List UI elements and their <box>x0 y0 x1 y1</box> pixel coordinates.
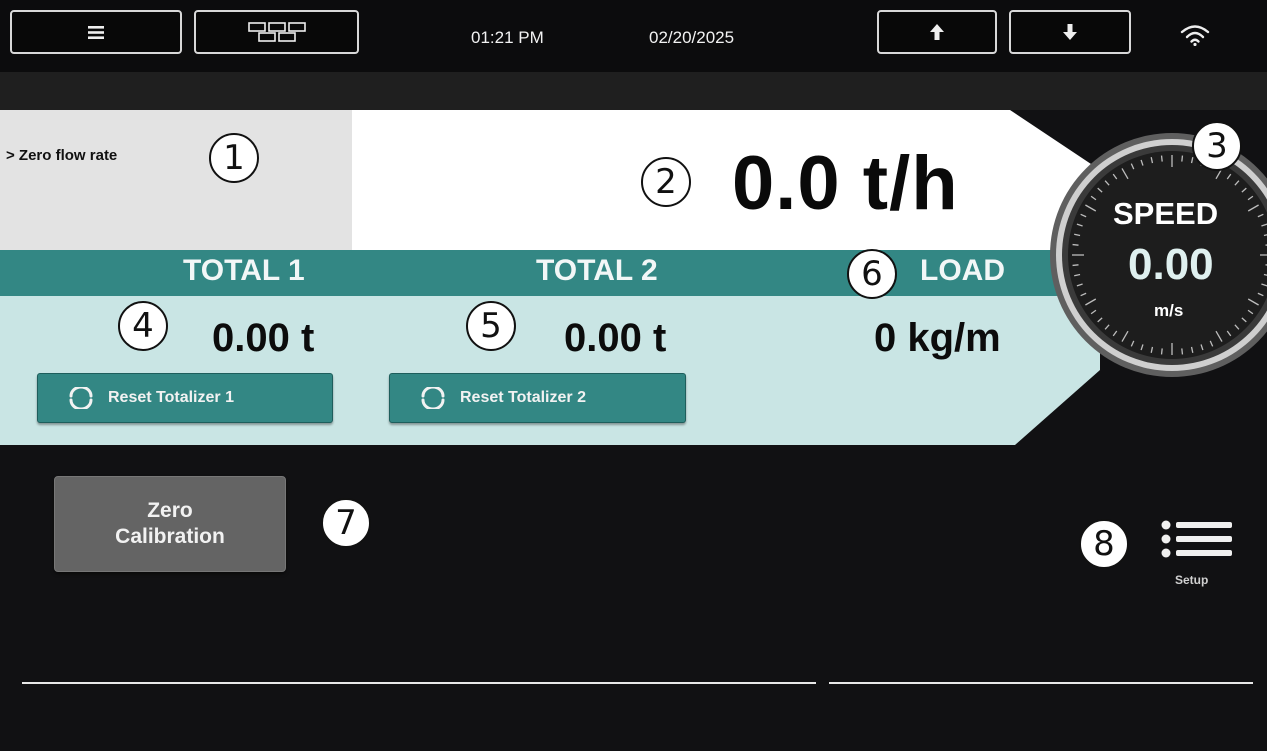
reset-totalizer-1-label: Reset Totalizer 1 <box>108 389 234 406</box>
total-2-header: TOTAL 2 <box>536 254 658 287</box>
total-1-header: TOTAL 1 <box>183 254 305 287</box>
gauge-tick <box>1072 264 1079 267</box>
refresh-icon <box>68 387 94 409</box>
callout-1: 1 <box>209 133 259 183</box>
gauge-tick <box>1160 155 1163 162</box>
footer-divider-left <box>22 682 816 684</box>
zero-calibration-label-line2: Calibration <box>115 525 225 548</box>
total-1-value: 0.00 t <box>212 316 315 360</box>
hamburger-menu-icon <box>88 25 104 39</box>
callout-7: 7 <box>321 498 371 548</box>
callout-2: 2 <box>641 157 691 207</box>
refresh-icon <box>420 387 446 409</box>
zero-calibration-button[interactable]: Zero Calibration <box>54 476 286 572</box>
arrow-up-icon <box>930 24 944 40</box>
layout-grid-icon <box>247 22 306 42</box>
speed-label: SPEED <box>1113 196 1219 231</box>
callout-5: 5 <box>466 301 516 351</box>
clock-date: 02/20/2025 <box>649 28 735 47</box>
setup-label: Setup <box>1175 573 1209 587</box>
arrow-down-icon <box>1063 24 1077 40</box>
clock-time: 01:21 PM <box>471 28 544 47</box>
list-icon <box>1161 520 1232 558</box>
flow-rate-value: 0.0 t/h <box>732 141 959 226</box>
speed-unit: m/s <box>1154 301 1184 320</box>
speed-value: 0.00 <box>1128 240 1214 289</box>
callout-6: 6 <box>847 249 897 299</box>
total-2-value: 0.00 t <box>564 316 667 360</box>
reset-totalizer-2-button[interactable]: Reset Totalizer 2 <box>389 373 686 423</box>
gauge-tick <box>1160 348 1163 355</box>
callout-4: 4 <box>118 301 168 351</box>
reset-totalizer-1-button[interactable]: Reset Totalizer 1 <box>37 373 333 423</box>
menu-button[interactable] <box>10 10 182 54</box>
sub-header-bar <box>0 72 1267 110</box>
gauge-tick <box>1181 348 1184 355</box>
gauge-tick <box>1072 243 1079 246</box>
reset-totalizer-2-label: Reset Totalizer 2 <box>460 389 586 406</box>
status-message: > Zero flow rate <box>6 147 118 164</box>
scroll-down-button[interactable] <box>1009 10 1131 54</box>
wifi-icon <box>1180 25 1210 46</box>
layout-button[interactable] <box>194 10 359 54</box>
load-header: LOAD <box>920 254 1005 287</box>
scroll-up-button[interactable] <box>877 10 997 54</box>
top-bar: 01:21 PM 02/20/2025 <box>0 0 1267 72</box>
zero-calibration-label-line1: Zero <box>147 499 193 522</box>
callout-8: 8 <box>1079 519 1129 569</box>
gauge-tick <box>1181 155 1184 162</box>
footer-divider-right <box>829 682 1253 684</box>
callout-3: 3 <box>1192 121 1242 171</box>
load-value: 0 kg/m <box>874 316 1001 360</box>
